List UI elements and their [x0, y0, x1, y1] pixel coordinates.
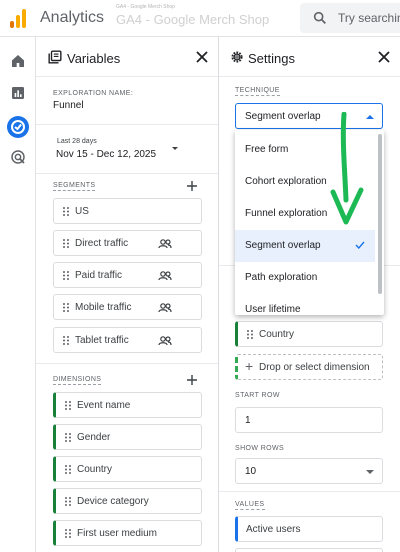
metric-chip[interactable]: [235, 548, 383, 552]
dimension-chip[interactable]: Country: [53, 456, 202, 482]
dimension-label: Device category: [77, 496, 149, 507]
drag-handle-icon[interactable]: [65, 465, 71, 474]
variables-icon: [48, 50, 62, 64]
settings-header: Settings: [219, 37, 400, 77]
segment-label: Paid traffic: [75, 270, 123, 281]
segment-chip[interactable]: US: [53, 198, 202, 224]
drag-handle-icon[interactable]: [247, 330, 253, 339]
menu-item-label: Segment overlap: [245, 240, 321, 251]
users-icon: [158, 336, 172, 346]
users-icon: [158, 271, 172, 281]
gear-icon: [231, 51, 243, 63]
users-icon: [158, 303, 172, 313]
dimension-label: First user medium: [77, 528, 158, 539]
menu-item-label: Path exploration: [245, 272, 318, 283]
chevron-up-icon: [366, 115, 374, 119]
dimension-chip[interactable]: Device category: [53, 488, 202, 514]
reports-icon[interactable]: [10, 85, 26, 101]
show-rows-select[interactable]: 10: [235, 458, 383, 484]
account-name[interactable]: GA4 - Google Merch Shop: [116, 4, 175, 10]
top-bar: Analytics GA4 - Google Merch Shop GA4 - …: [0, 0, 400, 37]
menu-item-path[interactable]: Path exploration: [235, 262, 375, 294]
property-name[interactable]: GA4 - Google Merch Shop: [116, 12, 269, 27]
exploration-name[interactable]: Funnel: [53, 100, 84, 111]
show-rows-value: 10: [245, 466, 257, 477]
dimension-label: Country: [77, 464, 113, 475]
variables-header: Variables: [36, 37, 218, 77]
drag-handle-icon[interactable]: [63, 303, 69, 312]
close-icon[interactable]: [378, 51, 390, 63]
drag-handle-icon[interactable]: [65, 433, 71, 442]
exploration-name-label: EXPLORATION NAME:: [53, 90, 134, 97]
search-placeholder: Try searching: [338, 11, 400, 25]
segment-chip[interactable]: Mobile traffic: [53, 294, 202, 320]
check-icon: [355, 241, 365, 249]
users-icon: [158, 239, 172, 249]
dimension-chip[interactable]: Event name: [53, 392, 202, 418]
date-range: Nov 15 - Dec 12, 2025: [56, 149, 157, 160]
drag-handle-icon[interactable]: [63, 239, 69, 248]
dimension-label: Country: [259, 329, 295, 340]
start-row-label: START ROW: [235, 392, 280, 399]
dimension-label: Event name: [77, 400, 131, 411]
show-rows-label: SHOW ROWS: [235, 445, 285, 452]
drag-handle-icon[interactable]: [63, 336, 69, 345]
drag-handle-icon[interactable]: [63, 207, 69, 216]
dimension-chip[interactable]: First user medium: [53, 520, 202, 546]
segment-chip[interactable]: Tablet traffic: [53, 327, 202, 353]
segments-label: SEGMENTS: [53, 182, 96, 191]
drop-dimension-zone[interactable]: + Drop or select dimension: [235, 354, 383, 380]
variables-panel: Variables EXPLORATION NAME: Funnel Last …: [36, 37, 219, 552]
home-icon[interactable]: [10, 53, 26, 69]
dimensions-label: DIMENSIONS: [53, 376, 102, 385]
menu-item-segment-overlap[interactable]: Segment overlap: [235, 230, 375, 262]
search-input[interactable]: Try searching: [300, 3, 400, 33]
drag-handle-icon[interactable]: [63, 271, 69, 280]
variables-title: Variables: [67, 51, 121, 66]
search-icon: [313, 11, 326, 24]
close-icon[interactable]: [196, 51, 208, 63]
technique-value: Segment overlap: [245, 111, 321, 122]
start-row-input[interactable]: 1: [235, 407, 383, 433]
dimension-chip[interactable]: Gender: [53, 424, 202, 450]
metric-label: Active users: [246, 524, 301, 535]
segment-chip[interactable]: Direct traffic: [53, 230, 202, 256]
menu-item-label: User lifetime: [245, 304, 301, 315]
dimension-label: Gender: [77, 432, 111, 443]
app-title: Analytics: [40, 9, 105, 26]
advertising-icon[interactable]: [10, 149, 26, 165]
date-range-picker[interactable]: Last 28 days Nov 15 - Dec 12, 2025: [53, 135, 183, 165]
settings-title: Settings: [248, 51, 295, 66]
start-row-value: 1: [245, 415, 251, 426]
values-label: VALUES: [235, 501, 265, 510]
left-nav-rail: [0, 37, 36, 552]
menu-item-label: Funnel exploration: [245, 208, 328, 219]
dimension-chip[interactable]: Country: [235, 321, 383, 347]
add-dimension-icon[interactable]: [187, 375, 197, 385]
menu-item-label: Free form: [245, 144, 289, 155]
explore-icon[interactable]: [6, 115, 30, 139]
plus-icon: +: [245, 358, 254, 374]
metric-chip[interactable]: Active users: [235, 516, 383, 542]
drag-handle-icon[interactable]: [65, 529, 71, 538]
chevron-down-icon: [366, 470, 374, 474]
add-segment-icon[interactable]: [187, 181, 197, 191]
dropdown-scrollbar[interactable]: [378, 134, 382, 294]
drag-handle-icon[interactable]: [65, 401, 71, 410]
drag-handle-icon[interactable]: [65, 497, 71, 506]
technique-label: TECHNIQUE: [235, 87, 280, 96]
date-preset: Last 28 days: [57, 138, 97, 145]
annotation-arrow-icon: [330, 112, 364, 225]
analytics-logo-icon[interactable]: [10, 8, 28, 28]
drop-dimension-text: Drop or select dimension: [259, 362, 370, 373]
menu-item-user-lifetime[interactable]: User lifetime: [235, 294, 375, 315]
menu-item-label: Cohort exploration: [245, 176, 327, 187]
segment-label: US: [75, 206, 89, 217]
segment-label: Mobile traffic: [75, 302, 132, 313]
segment-label: Direct traffic: [75, 238, 129, 249]
segment-label: Tablet traffic: [75, 335, 129, 346]
segment-chip[interactable]: Paid traffic: [53, 262, 202, 288]
chevron-down-icon: [172, 147, 178, 150]
